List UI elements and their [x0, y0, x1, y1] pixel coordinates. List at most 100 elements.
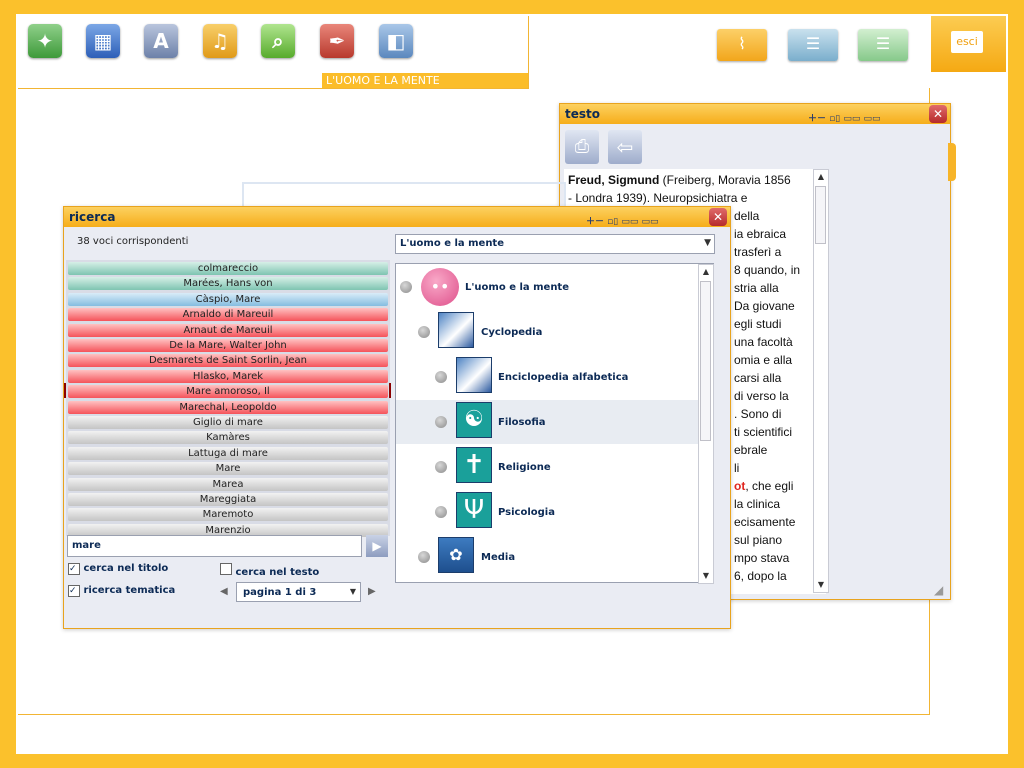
testo-title-bar[interactable]: testo ＋－ ▫▯ ▭▭ ▭▭ ✕ [560, 104, 950, 124]
tree-item-religione[interactable]: Religione [498, 462, 551, 473]
result-item[interactable]: Marechal, Leopoldo [68, 400, 388, 414]
checkbox-empty-icon[interactable] [220, 563, 232, 575]
text-line: , che egli [745, 479, 794, 493]
result-item[interactable]: Hlasko, Marek [68, 369, 388, 383]
search-go-button[interactable]: ▶ [366, 535, 388, 557]
tree-bullet-icon[interactable] [400, 281, 412, 293]
tree-bullet-icon[interactable] [435, 461, 447, 473]
resize-handle-icon[interactable]: ◢ [934, 583, 948, 597]
result-item[interactable]: Kamàres [68, 431, 388, 445]
checkbox-title-label: cerca nel titolo [83, 563, 169, 574]
print-button[interactable]: ⎙ [565, 130, 599, 164]
text-line: li [734, 461, 740, 475]
checkbox-title[interactable]: ✓ cerca nel titolo [68, 563, 168, 575]
tree-bullet-icon[interactable] [435, 506, 447, 518]
search-field[interactable]: mare [67, 535, 362, 557]
scroll-down-icon[interactable]: ▼ [814, 578, 828, 592]
clapperboard-icon[interactable]: ▦ [86, 24, 120, 58]
psi-icon[interactable]: Ψ [456, 492, 492, 528]
checkbox-thematic-label: ricerca tematica [83, 585, 176, 596]
close-icon[interactable]: ✕ [929, 105, 947, 123]
cross-icon[interactable]: ✝ [456, 447, 492, 483]
zoom-controls-icon[interactable]: ＋－ ▫▯ ▭▭ ▭▭ [586, 212, 658, 232]
tree-scrollbar[interactable]: ▲ ▼ [698, 264, 714, 584]
result-item[interactable]: Arnaut de Mareuil [68, 323, 388, 337]
tree-bullet-icon[interactable] [435, 371, 447, 383]
text-line: . Sono di [734, 407, 782, 421]
music-note-icon[interactable]: ♫ [203, 24, 237, 58]
testo-title: testo [565, 107, 600, 121]
result-item[interactable]: Marées, Hans von [68, 277, 388, 291]
back-button[interactable]: ⇦ [608, 130, 642, 164]
highlighted-link[interactable]: ot [734, 479, 745, 493]
text-line: trasferì a [734, 245, 782, 259]
tree-item-media[interactable]: Media [481, 552, 515, 563]
text-line: Da giovane [734, 299, 795, 313]
checkbox-check-icon[interactable]: ✓ [68, 585, 80, 597]
checkbox-thematic[interactable]: ✓ ricerca tematica [68, 585, 175, 597]
result-item[interactable]: Lattuga di mare [68, 446, 388, 460]
encyclopedia-icon[interactable] [456, 357, 492, 393]
tree-item-enciclopedia[interactable]: Enciclopedia alfabetica [498, 372, 628, 383]
magnifier-icon[interactable]: ⌕ [261, 24, 295, 58]
chevron-down-icon[interactable]: ▼ [350, 587, 356, 596]
tree-item-cyclopedia[interactable]: Cyclopedia [481, 327, 542, 338]
checkbox-text[interactable]: cerca nel testo [220, 563, 319, 578]
zoom-controls-icon[interactable]: ＋－ ▫▯ ▭▭ ▭▭ [808, 109, 880, 129]
scroll-thumb[interactable] [815, 186, 826, 244]
mind-icon[interactable]: •• [421, 268, 459, 306]
result-item[interactable]: De la Mare, Walter John [68, 339, 388, 352]
result-item[interactable]: Mare amoroso, Il [68, 385, 388, 399]
cyclopedia-icon[interactable] [438, 312, 474, 348]
quill-icon[interactable]: ✒ [320, 24, 354, 58]
media-icon[interactable]: ✿ [438, 537, 474, 573]
ricerca-title-bar[interactable]: ricerca ＋－ ▫▯ ▭▭ ▭▭ ✕ [64, 207, 730, 227]
result-item[interactable]: colmareccio [68, 262, 388, 275]
next-page-icon[interactable]: ▶ [368, 586, 376, 597]
scroll-up-icon[interactable]: ▲ [699, 265, 713, 279]
prev-page-icon[interactable]: ◀ [220, 586, 228, 597]
pin-icon[interactable]: ⌇ [717, 29, 767, 61]
exit-button[interactable]: esci [931, 16, 1006, 72]
text-line: stria alla [734, 281, 779, 295]
list-icon[interactable]: ☰ [858, 29, 908, 61]
checkbox-check-icon[interactable]: ✓ [68, 563, 80, 575]
selection-marker [64, 383, 66, 398]
tree-bullet-icon[interactable] [418, 326, 430, 338]
result-count: 38 voci corrispondenti [77, 236, 189, 247]
scroll-thumb[interactable] [700, 281, 711, 441]
document-scrollbar[interactable]: ▲ ▼ [813, 169, 829, 593]
chevron-down-icon[interactable]: ▼ [704, 238, 711, 248]
tree-bullet-icon[interactable] [418, 551, 430, 563]
text-line: ti scientifici [734, 425, 793, 439]
tree-item-psicologia[interactable]: Psicologia [498, 507, 555, 518]
result-item[interactable]: Càspio, Mare [68, 292, 388, 306]
scroll-up-icon[interactable]: ▲ [814, 170, 828, 184]
close-icon[interactable]: ✕ [709, 208, 727, 226]
result-item[interactable]: Arnaldo di Mareuil [68, 308, 388, 322]
stack-icon[interactable]: ☰ [788, 29, 838, 61]
category-select[interactable]: L'uomo e la mente ▼ [395, 234, 715, 254]
result-item[interactable]: Mareggiata [68, 493, 388, 506]
result-item[interactable]: Desmarets de Saint Sorlin, Jean [68, 354, 388, 368]
text-line: 8 quando, in [734, 263, 801, 277]
butterfly-icon[interactable]: ✦ [28, 24, 62, 58]
text-line: egli studi [734, 317, 782, 331]
scroll-down-icon[interactable]: ▼ [699, 569, 713, 583]
result-item[interactable]: Mare [68, 462, 388, 476]
entry-head: Freud, Sigmund [568, 173, 660, 187]
text-line: 6, dopo la [734, 569, 787, 583]
text-line: carsi alla [734, 371, 782, 385]
page-select[interactable]: pagina 1 di 3 ▼ [236, 582, 361, 602]
result-item[interactable]: Maremoto [68, 508, 388, 522]
tree-item-uomo[interactable]: L'uomo e la mente [465, 282, 569, 293]
tree-bullet-icon[interactable] [435, 416, 447, 428]
result-item[interactable]: Marea [68, 477, 388, 491]
tree-item-filosofia[interactable]: Filosofia [498, 417, 546, 428]
search-input[interactable]: mare [72, 540, 101, 551]
yin-yang-icon[interactable]: ☯ [456, 402, 492, 438]
speaker-icon[interactable]: ◧ [379, 24, 413, 58]
background-tab [948, 143, 956, 181]
result-item[interactable]: Giglio di mare [68, 416, 388, 429]
letter-a-icon[interactable]: A [144, 24, 178, 58]
